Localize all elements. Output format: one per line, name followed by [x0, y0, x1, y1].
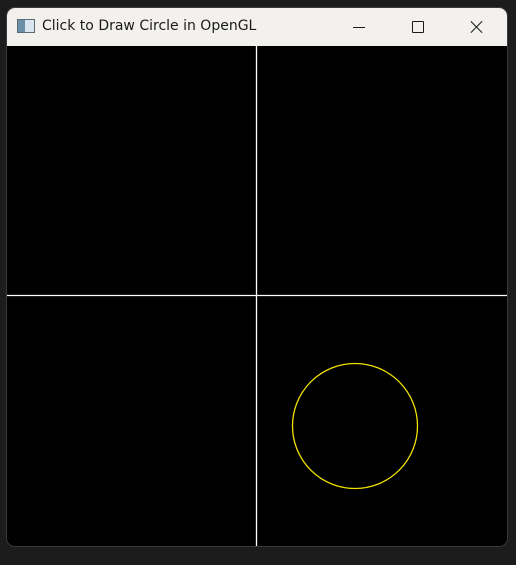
close-icon — [470, 20, 484, 34]
maximize-icon — [412, 21, 424, 33]
minimize-button[interactable] — [330, 8, 388, 46]
drawing-canvas[interactable] — [7, 46, 507, 546]
opengl-window: Click to Draw Circle in OpenGL — [7, 8, 507, 546]
drawn-circle — [291, 362, 419, 490]
window-title: Click to Draw Circle in OpenGL — [42, 18, 257, 34]
close-button[interactable] — [448, 8, 506, 46]
app-window-icon — [17, 19, 35, 33]
maximize-button[interactable] — [389, 8, 447, 46]
background-window-strip — [0, 0, 516, 5]
canvas-svg — [7, 46, 507, 546]
title-bar[interactable]: Click to Draw Circle in OpenGL — [7, 8, 507, 46]
minimize-icon — [353, 26, 365, 28]
